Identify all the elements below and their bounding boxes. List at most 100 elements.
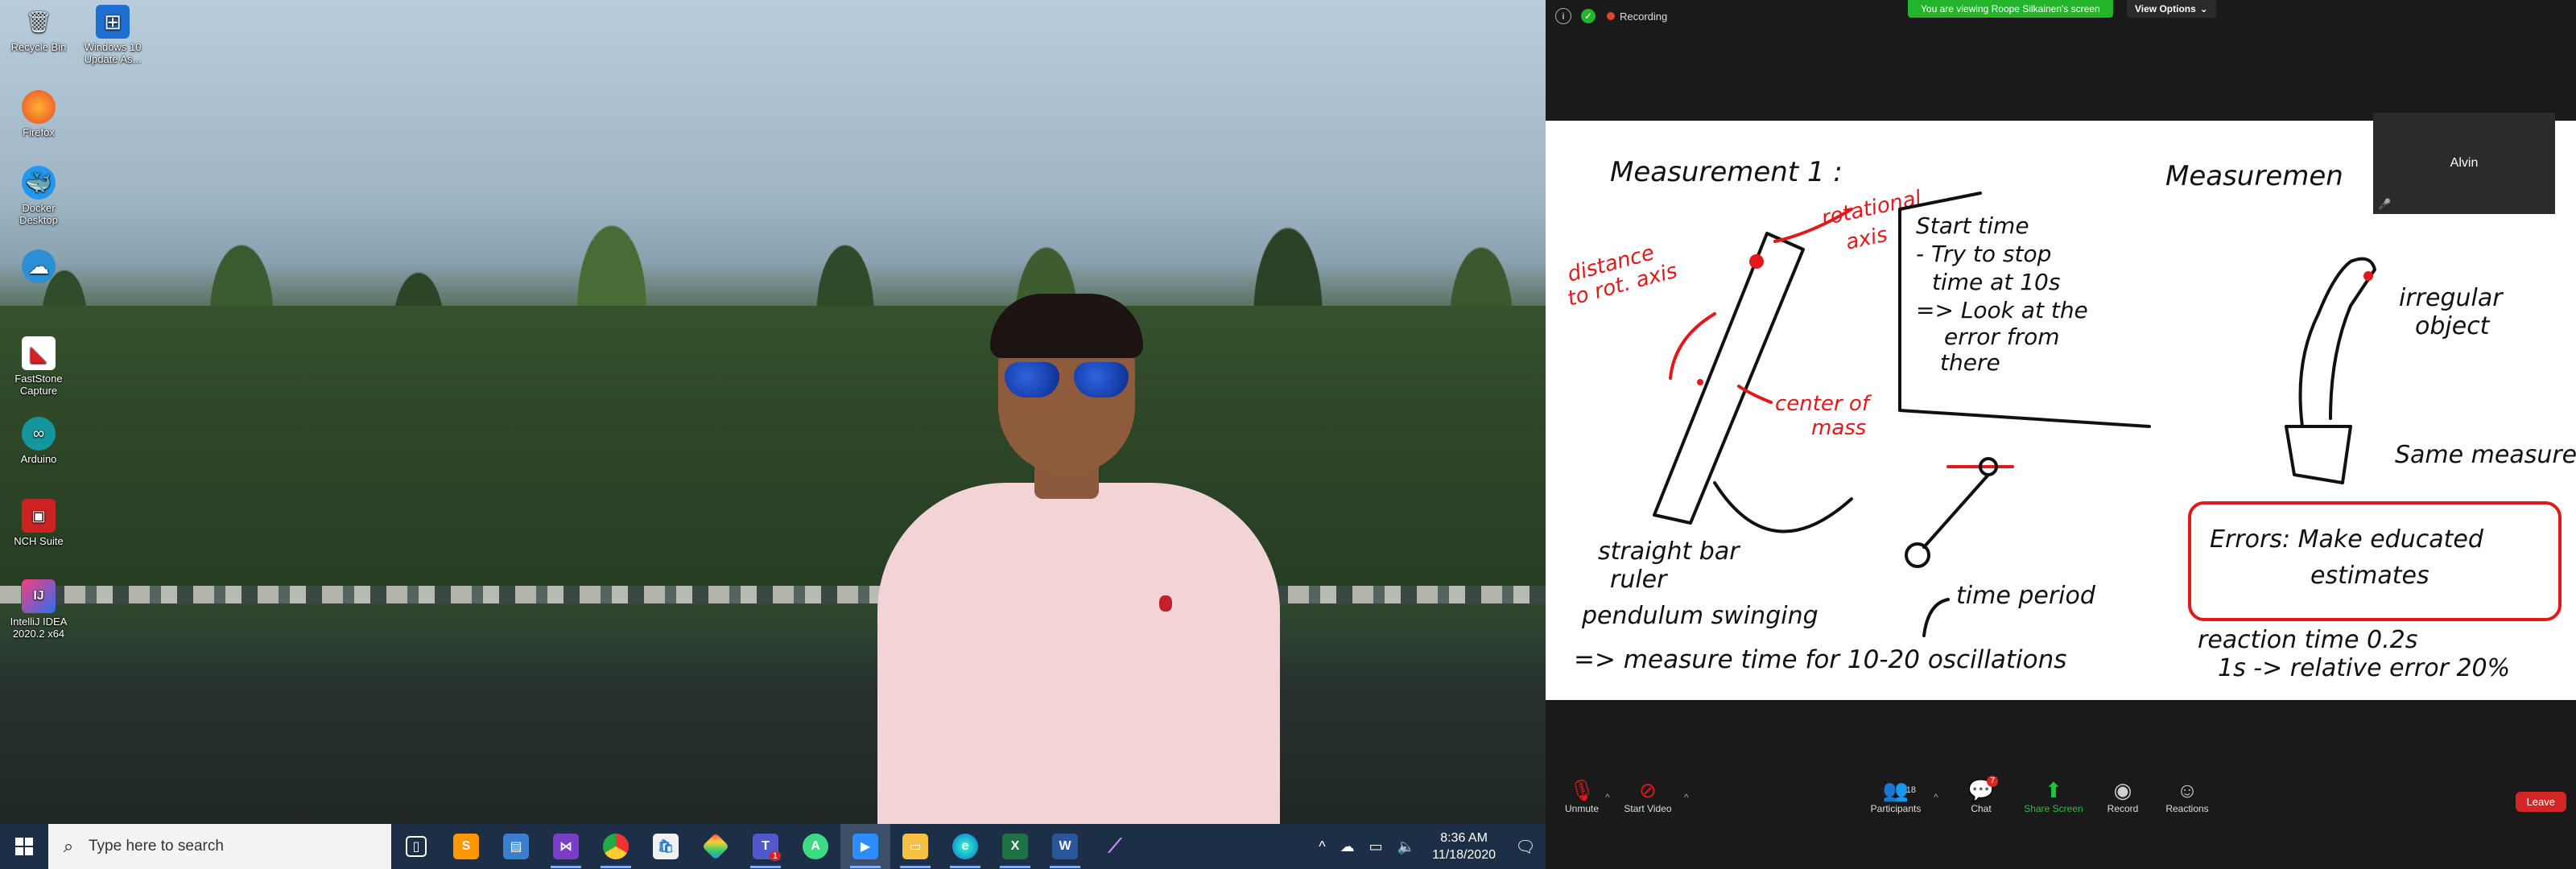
same-measurement-label: Same measurement <box>2395 441 2576 469</box>
participant-video-tile[interactable]: Alvin 🎤 <box>2373 113 2555 214</box>
recording-dot-icon <box>1607 12 1615 20</box>
leave-button[interactable]: Leave <box>2515 792 2566 812</box>
participant-name: Alvin <box>2450 156 2479 170</box>
record-icon: ◉ <box>2113 778 2132 802</box>
chrome-icon <box>603 834 629 859</box>
docker-icon: 🐳 <box>22 166 56 200</box>
swing-arc <box>1713 481 1853 533</box>
chevron-up-icon[interactable]: ^ <box>1605 792 1610 803</box>
taskbar-app-explorer-2[interactable]: ▤ <box>491 824 541 869</box>
share-screen-button[interactable]: ⬆ Share Screen <box>2017 774 2090 830</box>
chevron-up-icon[interactable]: ^ <box>1311 838 1332 855</box>
taskbar-app-edge[interactable]: e <box>940 824 990 869</box>
faststone-icon: ◣ <box>22 336 56 370</box>
desktop-icon-firefox[interactable]: Firefox <box>2 90 76 138</box>
start-time-2: - Try to stop <box>1916 241 2051 267</box>
taskbar-app-android-studio[interactable]: A <box>791 824 840 869</box>
relative-error-label: 1s -> relative error 20% <box>2218 654 2510 682</box>
straight-bar-label: straight bar <box>1598 537 1740 566</box>
folder-blue-icon: ▤ <box>503 834 529 859</box>
chat-badge: 7 <box>1987 776 1998 787</box>
notification-icon[interactable]: 🗨 <box>1505 837 1546 857</box>
desktop-icon-windows-update[interactable]: ⊞ Windows 10 Update As... <box>76 5 150 65</box>
taskbar-app-store[interactable]: 🛍 <box>641 824 691 869</box>
taskbar-app-chrome[interactable] <box>591 824 641 869</box>
start-video-button[interactable]: ⊘ Start Video <box>1612 774 1684 830</box>
firefox-icon <box>22 90 56 124</box>
chevron-down-icon: ⌄ <box>2199 3 2208 14</box>
measure-label: => measure time for 10-20 oscillations <box>1574 645 2066 674</box>
start-time-6: there <box>1940 349 2000 376</box>
recording-indicator: Recording <box>1607 10 1667 23</box>
taskbar-app-sublime[interactable]: S <box>441 824 491 869</box>
recycle-bin-icon: 🗑 <box>25 9 52 34</box>
search-placeholder: Type here to search <box>89 838 224 855</box>
distance-arrow <box>1669 312 1716 380</box>
info-icon[interactable]: i <box>1555 8 1571 24</box>
taskbar-app-zoom[interactable]: ▶ <box>840 824 890 869</box>
participants-button[interactable]: 👥 18 Participants <box>1860 774 1932 830</box>
zoom-toolbar: 🎙 Unmute ^ ⊘ Start Video ^ 👥 18 Particip… <box>1546 774 2576 830</box>
zoom-meeting-window: i ✓ Recording You are viewing Roope Silk… <box>1546 0 2576 869</box>
desktop-icon-arduino[interactable]: ∞ Arduino <box>2 417 76 465</box>
start-button[interactable] <box>0 824 48 869</box>
chat-label: Chat <box>1971 803 1992 814</box>
desktop-icon-cloud[interactable]: ☁ <box>2 249 76 286</box>
pendulum-string <box>1922 473 1990 549</box>
zoom-icon: ▶ <box>852 834 878 859</box>
chat-button[interactable]: 💬 7 Chat <box>1945 774 2017 830</box>
reaction-time-label: reaction time 0.2s <box>2198 626 2417 654</box>
taskbar-app-visual-studio[interactable]: ⋈ <box>541 824 591 869</box>
desktop-icon-label: Arduino <box>20 453 57 465</box>
view-options-button[interactable]: View Options ⌄ <box>2127 0 2216 18</box>
share-screen-label: Share Screen <box>2024 803 2083 814</box>
edge-icon: e <box>952 834 978 859</box>
desktop-icon-intellij[interactable]: IJ IntelliJ IDEA 2020.2 x64 <box>2 579 76 640</box>
record-button[interactable]: ◉ Record <box>2087 774 2159 830</box>
battery-icon[interactable]: ▭ <box>1362 838 1390 855</box>
brush-bristles <box>2285 425 2352 484</box>
desktop-icon-label: Firefox <box>23 126 55 138</box>
irregular-object-sketch <box>2298 257 2376 428</box>
feather-icon: ⟋ <box>1108 835 1122 857</box>
taskbar-app-git[interactable] <box>691 824 741 869</box>
time-period-label: time period <box>1956 582 2096 610</box>
desktop-icon-nch[interactable]: ▣ NCH Suite <box>2 499 76 547</box>
desktop-icon-faststone[interactable]: ◣ FastStone Capture <box>2 336 76 397</box>
muted-mic-icon: 🎤 <box>2378 198 2392 210</box>
taskbar-app-word[interactable]: W <box>1040 824 1090 869</box>
viewing-screen-banner: You are viewing Roope Silkainen's screen <box>1908 0 2113 18</box>
chevron-up-icon[interactable]: ^ <box>1934 792 1938 803</box>
desktop-icon-docker[interactable]: 🐳 Docker Desktop <box>2 166 76 226</box>
desktop-icon-label: FastStone Capture <box>14 373 63 397</box>
center-mass-label-2: mass <box>1811 416 1866 440</box>
reactions-button[interactable]: ☺ Reactions <box>2151 774 2223 830</box>
cloud-app-icon: ☁ <box>22 249 56 283</box>
excel-icon: X <box>1002 834 1028 859</box>
desktop-icon-label: Docker Desktop <box>19 202 58 226</box>
irregular-axis-dot <box>2363 271 2373 281</box>
task-view-icon: ▯ <box>406 836 427 857</box>
chevron-up-icon[interactable]: ^ <box>1684 792 1689 803</box>
desktop-icon-recycle-bin[interactable]: 🗑 Recycle Bin <box>2 5 76 54</box>
desktop-icon-label: Recycle Bin <box>10 41 67 53</box>
measurement2-title: Measuremen <box>2165 160 2343 192</box>
windows-desktop: 🗑 Recycle Bin ⊞ Windows 10 Update As... … <box>0 0 1546 869</box>
desktop-icon-label: Windows 10 Update As... <box>84 41 142 65</box>
file-explorer-icon: ▭ <box>902 834 928 859</box>
task-view-button[interactable]: ▯ <box>391 824 441 869</box>
speaker-icon[interactable]: 🔈 <box>1390 838 1422 855</box>
shield-icon[interactable]: ✓ <box>1581 9 1596 23</box>
participants-icon: 👥 18 <box>1860 774 1932 803</box>
center-mass-label-1: center of <box>1775 392 1872 416</box>
reactions-icon: ☺ <box>2176 778 2198 802</box>
onedrive-icon[interactable]: ☁ <box>1333 838 1362 855</box>
taskbar-app-excel[interactable]: X <box>990 824 1040 869</box>
taskbar-app-file-explorer[interactable]: ▭ <box>890 824 940 869</box>
taskbar-clock[interactable]: 8:36 AM 11/18/2020 <box>1422 830 1505 863</box>
taskbar-app-feather[interactable]: ⟋ <box>1090 824 1140 869</box>
taskbar-app-teams[interactable]: T 1 <box>741 824 791 869</box>
record-label: Record <box>2107 803 2139 814</box>
taskbar-search-box[interactable]: ⌕ Type here to search <box>48 824 391 869</box>
pendulum-label: pendulum swinging <box>1581 602 1818 630</box>
